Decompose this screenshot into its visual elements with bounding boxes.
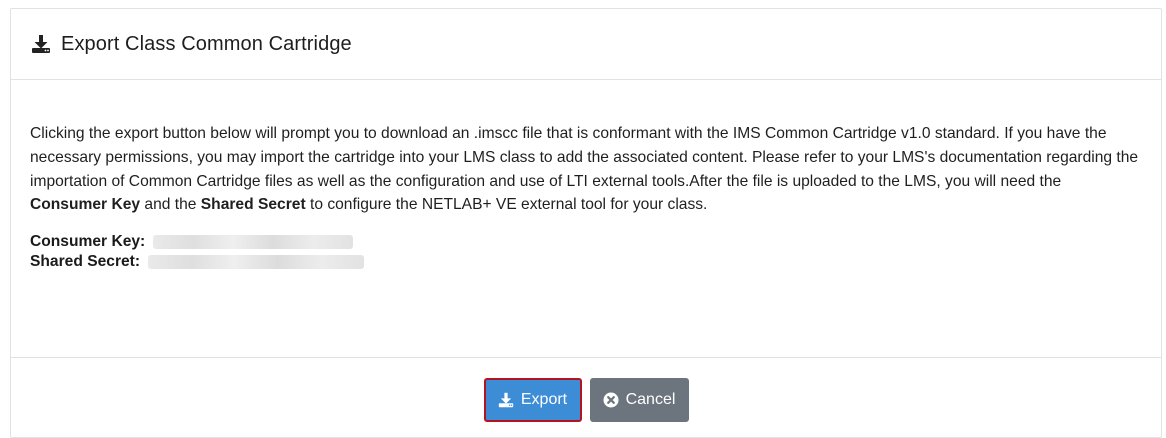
download-icon (498, 392, 514, 408)
shared-secret-label: Shared Secret: (30, 253, 141, 271)
consumer-key-emphasis: Consumer Key (30, 196, 141, 214)
credentials: Consumer Key: Shared Secret: (30, 232, 1141, 272)
cancel-button-label: Cancel (625, 391, 676, 408)
export-button-label: Export (520, 391, 568, 408)
consumer-key-label: Consumer Key: (30, 233, 146, 251)
description-part-3: to configure the NETLAB+ VE external too… (305, 196, 708, 214)
export-button[interactable]: Export (483, 378, 582, 422)
export-cartridge-panel: Export Class Common Cartridge Clicking t… (10, 8, 1162, 438)
shared-secret-value-redacted (148, 255, 365, 270)
description-text: Clicking the export button below will pr… (30, 122, 1141, 217)
times-circle-icon (603, 392, 619, 408)
download-icon (31, 34, 51, 54)
consumer-key-row: Consumer Key: (30, 232, 1141, 252)
panel-body: Clicking the export button below will pr… (11, 80, 1161, 358)
description-part-1: Clicking the export button below will pr… (30, 125, 1139, 190)
cancel-button[interactable]: Cancel (589, 378, 689, 422)
panel-footer: Export Cancel (11, 358, 1161, 422)
description-part-2: and the (140, 196, 201, 214)
panel-header: Export Class Common Cartridge (11, 9, 1161, 80)
page-title: Export Class Common Cartridge (61, 32, 352, 55)
shared-secret-emphasis: Shared Secret (200, 196, 306, 214)
shared-secret-row: Shared Secret: (30, 252, 1141, 272)
consumer-key-value-redacted (153, 235, 354, 250)
